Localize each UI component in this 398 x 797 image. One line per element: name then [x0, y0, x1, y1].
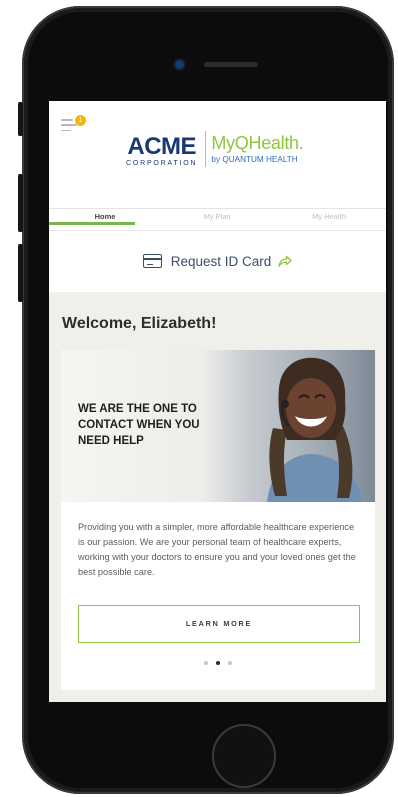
request-id-card-label: Request ID Card	[170, 253, 272, 269]
promo-card: WE ARE THE ONE TO CONTACT WHEN YOU NEED …	[61, 350, 375, 690]
hero-image: WE ARE THE ONE TO CONTACT WHEN YOU NEED …	[61, 350, 375, 502]
notification-badge[interactable]: 1	[75, 115, 86, 126]
tab-divider	[49, 230, 386, 231]
carousel-dot[interactable]	[204, 661, 208, 665]
hero-headline: WE ARE THE ONE TO CONTACT WHEN YOU NEED …	[78, 403, 200, 447]
myqhealth-logo: MyQHealth. by QUANTUM HEALTH	[211, 131, 303, 164]
mute-switch	[18, 102, 23, 136]
tab-my-health[interactable]: My Health	[273, 208, 385, 230]
learn-more-button[interactable]: LEARN MORE	[78, 605, 360, 643]
brand-logo: ACME CORPORATION MyQHealth. by QUANTUM H…	[126, 131, 304, 169]
carousel-dot[interactable]	[216, 661, 220, 665]
active-tab-indicator	[49, 222, 135, 225]
carousel-indicators	[61, 661, 375, 665]
support-agent-photo	[243, 350, 375, 502]
myqhealth-subtitle: by QUANTUM HEALTH	[211, 155, 298, 164]
carousel-dot[interactable]	[228, 661, 232, 665]
promo-description: Providing you with a simpler, more affor…	[78, 522, 356, 577]
tab-home[interactable]: Home	[49, 208, 161, 230]
id-card-icon	[142, 254, 162, 268]
acme-logo: ACME CORPORATION	[126, 131, 198, 168]
front-camera	[175, 60, 184, 69]
app-screen: 1 ACME CORPORATION MyQHealth. by QUANTUM…	[49, 101, 386, 702]
request-id-card-link[interactable]: Request ID Card	[49, 241, 386, 281]
earpiece-speaker	[204, 62, 258, 67]
tab-bar: Home My Plan My Health	[49, 208, 386, 230]
logo-divider	[205, 131, 207, 167]
volume-down-button	[18, 244, 23, 302]
welcome-heading: Welcome, Elizabeth!	[62, 315, 217, 332]
volume-up-button	[18, 174, 23, 232]
share-arrow-icon	[278, 255, 292, 267]
welcome-section: Welcome, Elizabeth! WE ARE THE ONE TO CO…	[49, 292, 386, 702]
acme-wordmark: ACME	[127, 133, 197, 160]
home-button[interactable]	[212, 724, 276, 788]
app-header: 1 ACME CORPORATION MyQHealth. by QUANTUM…	[49, 101, 386, 209]
tab-my-plan[interactable]: My Plan	[161, 208, 273, 230]
acme-subtitle: CORPORATION	[126, 160, 198, 167]
myqhealth-wordmark: MyQHealth.	[211, 133, 304, 153]
